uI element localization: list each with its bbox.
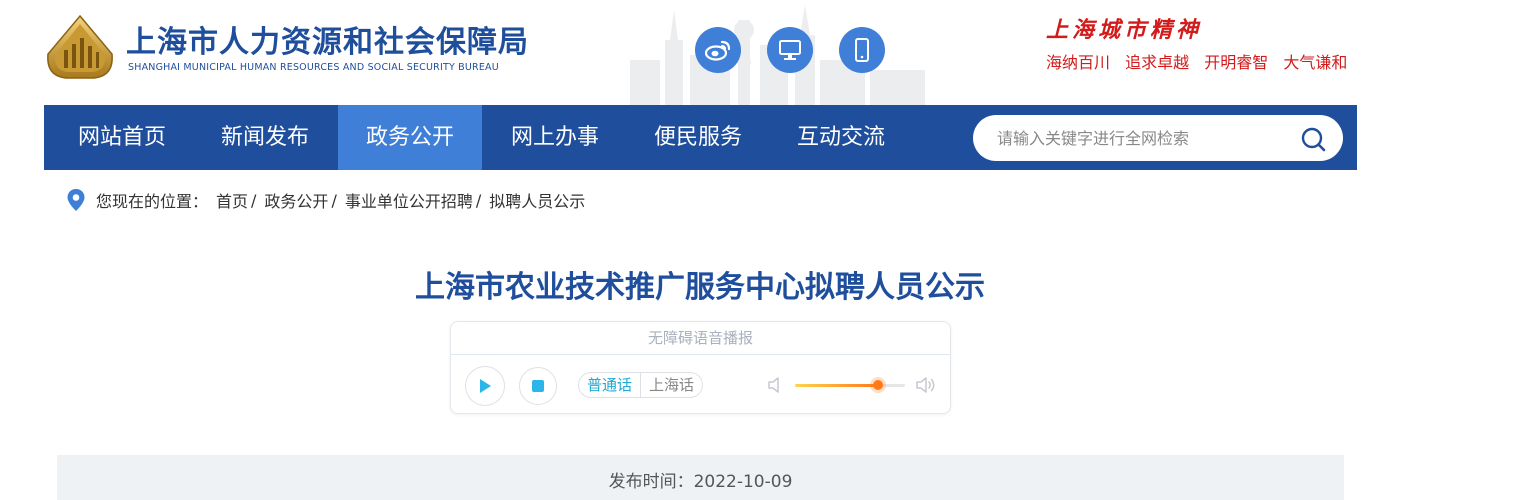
volume-low-icon[interactable] (767, 376, 783, 394)
breadcrumb-gov-affairs[interactable]: 政务公开 (264, 188, 328, 212)
volume-high-icon[interactable] (915, 375, 937, 395)
breadcrumb-separator: / (251, 190, 257, 210)
player-title: 无障碍语音播报 (451, 322, 950, 355)
location-pin-icon (67, 189, 85, 211)
stop-button[interactable] (519, 367, 557, 405)
article-meta-bar: 发布时间：2022-10-09 (57, 455, 1344, 500)
audio-player: 无障碍语音播报 普通话 上海话 (450, 321, 951, 414)
publish-time: 发布时间：2022-10-09 (608, 472, 793, 492)
volume-slider[interactable] (795, 380, 905, 390)
spirit-word: 追求卓越 (1125, 53, 1190, 72)
lang-shanghainese[interactable]: 上海话 (641, 373, 702, 397)
language-toggle: 普通话 上海话 (578, 372, 704, 398)
weibo-icon[interactable] (695, 27, 741, 73)
nav-item-news[interactable]: 新闻发布 (195, 105, 335, 170)
search-box (973, 115, 1343, 161)
play-button[interactable] (465, 366, 505, 406)
breadcrumb: 您现在的位置： 首页 / 政务公开 / 事业单位公开招聘 / 拟聘人员公示 (66, 188, 585, 212)
spirit-word: 开明睿智 (1204, 53, 1269, 72)
mobile-icon[interactable] (839, 27, 885, 73)
nav-item-online-services[interactable]: 网上办事 (485, 105, 625, 170)
nav-item-gov-affairs[interactable]: 政务公开 (338, 105, 482, 170)
search-input[interactable] (997, 123, 1297, 153)
nav-item-home[interactable]: 网站首页 (52, 105, 192, 170)
lang-mandarin[interactable]: 普通话 (579, 373, 642, 397)
breadcrumb-prefix: 您现在的位置： (96, 192, 209, 211)
breadcrumb-home[interactable]: 首页 (216, 188, 248, 212)
logo-emblem[interactable] (44, 14, 116, 80)
breadcrumb-recruitment[interactable]: 事业单位公开招聘 (345, 188, 473, 212)
main-nav: 网站首页 新闻发布 政务公开 网上办事 便民服务 互动交流 (44, 105, 1357, 170)
org-name-en: SHANGHAI MUNICIPAL HUMAN RESOURCES AND S… (128, 62, 499, 73)
breadcrumb-separator: / (475, 190, 482, 210)
spirit-word: 海纳百川 (1046, 53, 1111, 72)
stop-icon (532, 380, 544, 392)
spirit-word: 大气谦和 (1283, 53, 1348, 72)
nav-item-public-services[interactable]: 便民服务 (628, 105, 768, 170)
city-spirit-words: 海纳百川 追求卓越 开明睿智 大气谦和 (1046, 49, 1357, 73)
search-icon[interactable] (1299, 124, 1329, 154)
play-icon (480, 379, 491, 393)
nav-item-interaction[interactable]: 互动交流 (771, 105, 911, 170)
desktop-icon[interactable] (767, 27, 813, 73)
breadcrumb-separator: / (331, 190, 337, 210)
org-name-cn[interactable]: 上海市人力资源和社会保障局 (126, 17, 529, 61)
volume-fill (795, 384, 878, 387)
volume-knob[interactable] (872, 380, 883, 390)
article-title: 上海市农业技术推广服务中心拟聘人员公示 (415, 270, 985, 305)
city-spirit-title: 上海城市精神 (1046, 17, 1203, 43)
breadcrumb-current[interactable]: 拟聘人员公示 (489, 188, 585, 212)
